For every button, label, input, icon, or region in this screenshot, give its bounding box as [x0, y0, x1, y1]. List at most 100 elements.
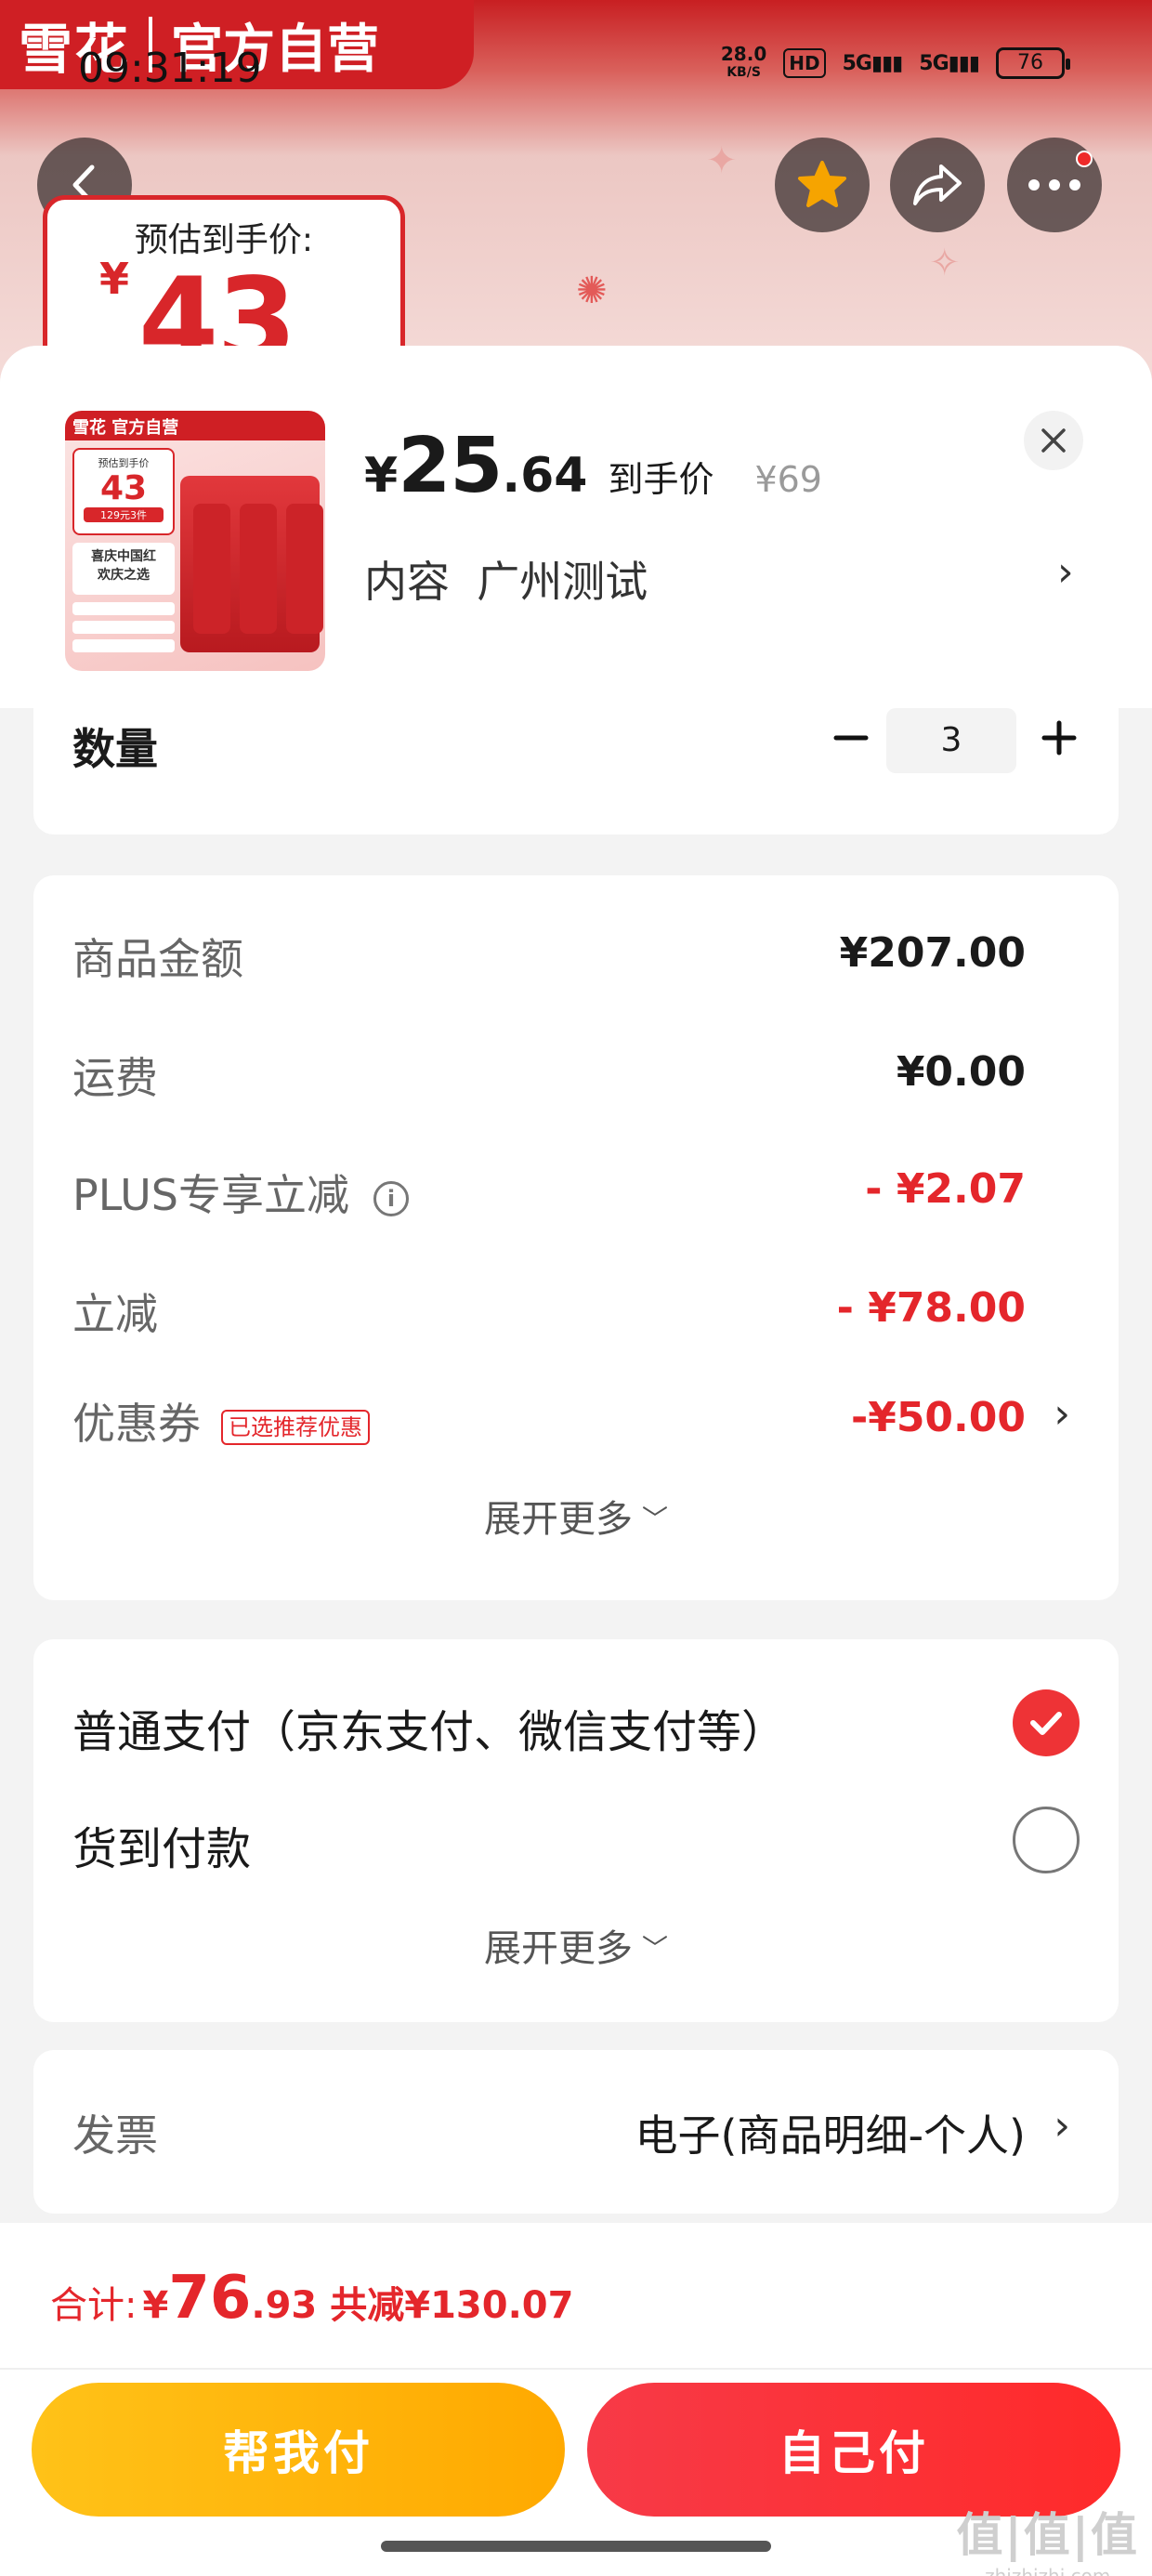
chevron-right-icon: ›: [1054, 2102, 1070, 2149]
product-summary: 雪花 官方自营 预估到手价 43 129元3件 喜庆中国红 欢庆之选 ¥ 25 …: [0, 346, 1152, 708]
firework-decoration: ✺: [576, 269, 608, 312]
hd-icon: HD: [783, 48, 826, 78]
quantity-input[interactable]: 3: [886, 708, 1016, 773]
total-label: 合计:: [50, 2284, 137, 2327]
thumbnail-slogan: 喜庆中国红 欢庆之选: [72, 543, 175, 595]
payment-option-label: 普通支付（京东支付、微信支付等）: [72, 1706, 787, 1758]
status-bar: 09:31:19 28.0 KB/S HD 5G▮▮▮ 5G▮▮▮ 76: [0, 37, 1152, 102]
order-total: 合计: ¥ 76 .93 共减¥130.07: [50, 2264, 573, 2333]
currency-symbol: ¥: [142, 2284, 169, 2327]
total-decimal: .93: [251, 2284, 318, 2327]
beer-cans-image: [180, 476, 320, 652]
payment-option-normal[interactable]: 普通支付（京东支付、微信支付等）: [72, 1689, 1080, 1764]
check-icon: [1030, 1712, 1062, 1735]
invoice-row[interactable]: 发票 电子(商品明细-个人) ›: [33, 2050, 1119, 2214]
fee-label: 优惠券 已选推荐优惠: [72, 1390, 370, 1452]
product-thumbnail: 雪花 官方自营 预估到手价 43 129元3件 喜庆中国红 欢庆之选: [65, 411, 325, 671]
quantity-card: 数量 3: [33, 708, 1119, 835]
quantity-label: 数量: [72, 724, 158, 774]
currency-symbol: ¥: [364, 448, 399, 504]
divider: [0, 2368, 1152, 2370]
fee-value: - ¥2.07: [865, 1165, 1026, 1213]
info-icon[interactable]: i: [373, 1180, 409, 1216]
expand-more-button[interactable]: 展开更多 ﹀: [33, 1918, 1119, 1972]
original-price: ¥69: [754, 459, 822, 500]
fee-row-plus-discount: PLUS专享立减 i - ¥2.07: [72, 1162, 1026, 1227]
fee-row-instant-discount: 立减 - ¥78.00: [72, 1281, 1026, 1346]
invoice-value: 电子(商品明细-个人): [635, 2110, 1027, 2161]
fee-label: 立减: [72, 1289, 158, 1339]
home-indicator[interactable]: [381, 2541, 771, 2552]
fee-row-coupon[interactable]: 优惠券 已选推荐优惠 -¥50.00 ›: [72, 1390, 1070, 1455]
sparkle-decoration: ✧: [929, 242, 961, 284]
total-savings: 共减¥130.07: [330, 2284, 574, 2327]
thumbnail-price-card: 预估到手价 43 129元3件: [72, 448, 175, 535]
network-speed-value: 28.0: [720, 43, 767, 65]
chevron-down-icon: ﹀: [641, 1504, 668, 1534]
watermark-logo: 值|值|值: [956, 2508, 1139, 2562]
signal-label: 5G: [842, 51, 872, 75]
thumbnail-coupon-rows: [72, 602, 175, 658]
chevron-right-icon: ›: [1054, 1390, 1070, 1438]
signal-label: 5G: [919, 51, 949, 75]
watermark: 值|值|值 zhizhizhi.com: [956, 2498, 1139, 2576]
chevron-down-icon: ﹀: [641, 1933, 668, 1964]
payment-option-label: 货到付款: [72, 1823, 252, 1875]
status-time: 09:31:19: [78, 45, 262, 92]
thumbnail-price: 43: [99, 469, 148, 507]
thumbnail-slogan-line: 欢庆之选: [98, 568, 150, 583]
quantity-decrease-button[interactable]: [821, 708, 881, 768]
thumbnail-slogan-line: 喜庆中国红: [91, 549, 156, 564]
total-integer: 76: [168, 2264, 252, 2333]
network-speed-unit: KB/S: [727, 65, 761, 80]
thumbnail-price-label: 预估到手价: [98, 457, 150, 469]
product-price: ¥ 25 .64 到手价 ¥69: [364, 422, 822, 510]
help-me-pay-button[interactable]: 帮我付: [32, 2383, 565, 2517]
signal-icon: 5G▮▮▮: [919, 51, 980, 75]
fee-value: - ¥78.00: [836, 1284, 1026, 1332]
minus-icon: [833, 735, 869, 741]
battery-icon: 76: [996, 47, 1070, 79]
pay-myself-button[interactable]: 自己付: [587, 2383, 1120, 2517]
expand-more-label: 展开更多: [483, 1927, 633, 1970]
share-icon: [913, 164, 962, 205]
thumbnail-price-sub: 129元3件: [84, 507, 164, 522]
more-dots-icon: [1028, 179, 1080, 191]
fee-label: 商品金额: [72, 934, 243, 984]
spec-selector[interactable]: 内容 广州测试: [364, 548, 648, 610]
payment-option-cod[interactable]: 货到付款: [72, 1807, 1080, 1881]
close-button[interactable]: [1024, 411, 1083, 470]
fee-breakdown-card: 商品金额 ¥207.00 运费 ¥0.00 PLUS专享立减 i - ¥2.07 …: [33, 875, 1119, 1600]
fee-row-shipping: 运费 ¥0.00: [72, 1045, 1026, 1110]
price-tag: 到手价: [608, 459, 714, 500]
expand-more-button[interactable]: 展开更多 ﹀: [33, 1489, 1119, 1543]
radio-unchecked-icon[interactable]: [1013, 1807, 1080, 1873]
fee-label: 运费: [72, 1053, 158, 1103]
network-speed: 28.0 KB/S: [721, 45, 766, 82]
coupon-tag: 已选推荐优惠: [221, 1409, 370, 1445]
fee-label-text: PLUS专享立减: [72, 1170, 349, 1220]
plus-icon: [1041, 720, 1077, 756]
fee-label-text: 优惠券: [72, 1399, 201, 1449]
product-banner: ✦ ✧ ✺ 雪花 官方自营 09:31:19 28.0 KB/S HD 5G▮▮…: [0, 0, 1152, 390]
price-integer: 25: [398, 422, 503, 510]
price-decimal: .64: [502, 448, 588, 504]
checkout-bar: 合计: ¥ 76 .93 共减¥130.07 帮我付 自己付 值|值|值 zhi…: [0, 2223, 1152, 2576]
star-icon: [798, 161, 846, 207]
close-icon: [1041, 428, 1066, 453]
fee-value: ¥0.00: [896, 1048, 1026, 1096]
expand-more-label: 展开更多: [483, 1498, 633, 1541]
thumbnail-brand-strip: 雪花 官方自营: [65, 411, 325, 440]
spec-value: 广州测试: [477, 557, 648, 607]
favorite-button[interactable]: [775, 138, 870, 232]
more-button[interactable]: [1007, 138, 1102, 232]
share-button[interactable]: [890, 138, 985, 232]
quantity-increase-button[interactable]: [1029, 708, 1089, 768]
radio-checked-icon[interactable]: [1013, 1689, 1080, 1756]
invoice-label: 发票: [72, 2110, 158, 2161]
status-icons: 28.0 KB/S HD 5G▮▮▮ 5G▮▮▮ 76: [721, 45, 1070, 82]
signal-icon: 5G▮▮▮: [842, 51, 904, 75]
spec-label: 内容: [364, 557, 450, 607]
chevron-right-icon[interactable]: ›: [1057, 548, 1074, 596]
payment-method-card: 普通支付（京东支付、微信支付等） 货到付款 展开更多 ﹀: [33, 1639, 1119, 2022]
